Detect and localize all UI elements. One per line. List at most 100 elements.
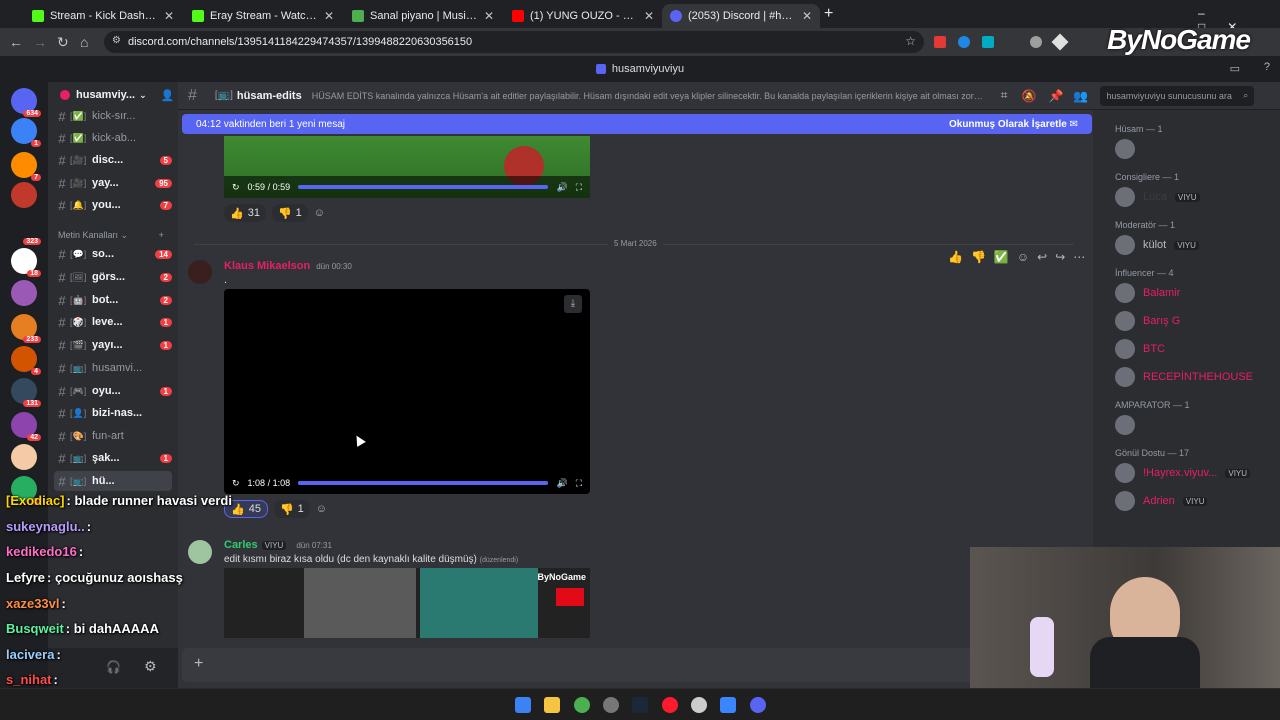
- server-icon[interactable]: 323: [11, 216, 41, 245]
- close-icon[interactable]: ✕: [802, 9, 812, 23]
- member-item[interactable]: Luca VIYU: [1115, 186, 1200, 208]
- reaction-thumbs-down[interactable]: 👎 1: [273, 500, 310, 518]
- server-icon[interactable]: 131: [11, 378, 41, 407]
- video-player[interactable]: ↻ 0:59 / 0:59 🔊 ⛶: [224, 136, 590, 198]
- attach-plus-icon[interactable]: +: [194, 655, 203, 673]
- discord-icon[interactable]: [750, 697, 766, 713]
- add-reaction-icon[interactable]: ☺: [316, 503, 327, 515]
- bookmark-star-icon[interactable]: ☆: [905, 34, 916, 48]
- channel-item[interactable]: # [📺] husamvi...: [54, 358, 172, 378]
- extension-icon[interactable]: [982, 36, 994, 48]
- member-item[interactable]: Balamir: [1115, 282, 1180, 304]
- member-item[interactable]: Hüsam: [1115, 138, 1178, 160]
- opera-icon[interactable]: [662, 697, 678, 713]
- threads-icon[interactable]: ⌗: [1001, 88, 1008, 103]
- url-field[interactable]: ⚙ discord.com/channels/13951411842294743…: [104, 31, 924, 53]
- member-list-icon[interactable]: 👥: [1073, 89, 1088, 103]
- server-icon[interactable]: 42: [11, 412, 41, 441]
- avatar[interactable]: [188, 260, 212, 284]
- add-user-icon[interactable]: 👤: [161, 89, 175, 102]
- browser-tab-active[interactable]: (2053) Discord | #hüsam-edits ✕: [662, 4, 820, 28]
- reaction-thumbs-up[interactable]: 👍 31: [224, 204, 266, 222]
- search-input[interactable]: husamviyuviyu sunucusunu ara ⌕: [1100, 85, 1255, 106]
- video-progress[interactable]: [298, 481, 549, 485]
- channel-item[interactable]: # [🎲] leve... 1: [54, 312, 172, 332]
- more-icon[interactable]: ⋯: [1073, 250, 1085, 264]
- video-player[interactable]: ⤓ ↻ 1:08 / 1:08 🔊 ⛶: [224, 289, 590, 494]
- add-reaction-icon[interactable]: ☺: [1017, 250, 1029, 264]
- add-reaction-icon[interactable]: ☺: [314, 207, 325, 219]
- browser-tab[interactable]: Stream - Kick Dashboard ✕: [24, 4, 182, 28]
- fullscreen-icon[interactable]: ⛶: [576, 478, 582, 489]
- member-item[interactable]: !Hayrex.viyuv... VIYU: [1115, 462, 1251, 484]
- channel-item[interactable]: # [✅] kick-ab...: [54, 128, 172, 148]
- browser-tab[interactable]: (1) YUNG OUZO - 7/20 - YouTube ✕: [504, 4, 662, 28]
- server-icon[interactable]: [11, 182, 37, 208]
- forward-arrow-icon[interactable]: →: [33, 34, 47, 50]
- server-icon[interactable]: 18: [11, 248, 41, 277]
- forward-icon[interactable]: ↪: [1055, 250, 1065, 264]
- server-icon[interactable]: 4: [11, 346, 41, 375]
- close-icon[interactable]: ✕: [484, 9, 494, 23]
- channel-item[interactable]: # [🤖] bot... 2: [54, 290, 172, 310]
- server-icon[interactable]: 233: [11, 314, 41, 343]
- browser-tab[interactable]: Eray Stream - Watch Live on Kick ✕: [184, 4, 342, 28]
- chrome-icon[interactable]: [574, 697, 590, 713]
- server-icon[interactable]: 7: [11, 152, 41, 181]
- replay-icon[interactable]: ↻: [232, 478, 240, 489]
- reply-icon[interactable]: ↩: [1037, 250, 1047, 264]
- home-icon[interactable]: ⌂: [80, 34, 88, 50]
- server-icon[interactable]: [11, 280, 37, 306]
- reaction-thumbs-down[interactable]: 👎 1: [271, 204, 308, 222]
- fullscreen-icon[interactable]: ⛶: [576, 182, 582, 193]
- volume-icon[interactable]: 🔊: [556, 182, 567, 193]
- video-progress[interactable]: [298, 185, 549, 189]
- member-item[interactable]: Barış G: [1115, 310, 1180, 332]
- close-icon[interactable]: ✕: [164, 9, 174, 23]
- steam-icon[interactable]: [632, 697, 648, 713]
- extension-icon[interactable]: [1030, 36, 1042, 48]
- app-icon[interactable]: [603, 697, 619, 713]
- channel-item[interactable]: # [📺] şak... 1: [54, 448, 172, 468]
- channel-item[interactable]: # [🎥] yay... 95: [54, 173, 172, 193]
- channel-item[interactable]: # [📺] hü...: [54, 471, 172, 491]
- member-item[interactable]: Adrien VIYU: [1115, 490, 1208, 512]
- close-icon[interactable]: ✕: [324, 9, 334, 23]
- app-icon[interactable]: [691, 697, 707, 713]
- close-icon[interactable]: ✕: [644, 9, 654, 23]
- thumbs-up-icon[interactable]: 👍: [948, 250, 963, 264]
- member-item[interactable]: külot VIYU: [1115, 234, 1199, 256]
- gear-icon[interactable]: ⚙: [144, 658, 157, 675]
- extension-icon[interactable]: [1051, 33, 1069, 51]
- back-arrow-icon[interactable]: ←: [9, 34, 23, 50]
- download-icon[interactable]: ⤓: [564, 295, 582, 313]
- channel-item[interactable]: # [🎨] fun-art: [54, 426, 172, 446]
- message-composer[interactable]: +: [182, 648, 974, 682]
- browser-tab[interactable]: Sanal piyano | Musicca ✕: [344, 4, 502, 28]
- member-item[interactable]: BTC: [1115, 338, 1165, 360]
- channel-item[interactable]: # [🎬] yayı... 1: [54, 335, 172, 355]
- category-header[interactable]: Metin Kanalları ⌄ +: [58, 230, 164, 241]
- new-tab-button[interactable]: +: [824, 5, 833, 23]
- app-icon[interactable]: [720, 697, 736, 713]
- inbox-icon[interactable]: ▭: [1230, 62, 1240, 75]
- windows-start-icon[interactable]: [515, 697, 531, 713]
- volume-icon[interactable]: 🔊: [556, 478, 567, 489]
- headphones-icon[interactable]: 🎧: [106, 660, 121, 674]
- channel-item[interactable]: # [🎥] disc... 5: [54, 150, 172, 170]
- server-icon[interactable]: 634: [11, 88, 41, 117]
- extension-icon[interactable]: [958, 36, 970, 48]
- reload-icon[interactable]: ↻: [57, 34, 69, 50]
- pin-icon[interactable]: 📌: [1048, 89, 1063, 103]
- channel-item[interactable]: # [💬] so... 14: [54, 244, 172, 264]
- avatar[interactable]: [188, 540, 212, 564]
- new-messages-bar[interactable]: 04:12 vaktinden beri 1 yeni mesaj Okunmu…: [182, 114, 1092, 134]
- help-icon[interactable]: ?: [1264, 61, 1270, 73]
- channel-item[interactable]: # [🖼] görs... 2: [54, 267, 172, 287]
- video-thumbnail[interactable]: ByNoGame: [224, 568, 590, 638]
- channel-item[interactable]: # [👤] bizi-nas...: [54, 403, 172, 423]
- check-icon[interactable]: ✅: [994, 250, 1009, 264]
- channel-item[interactable]: # [🎮] oyu... 1: [54, 381, 172, 401]
- server-icon[interactable]: [11, 444, 37, 470]
- server-icon[interactable]: 1: [11, 118, 41, 147]
